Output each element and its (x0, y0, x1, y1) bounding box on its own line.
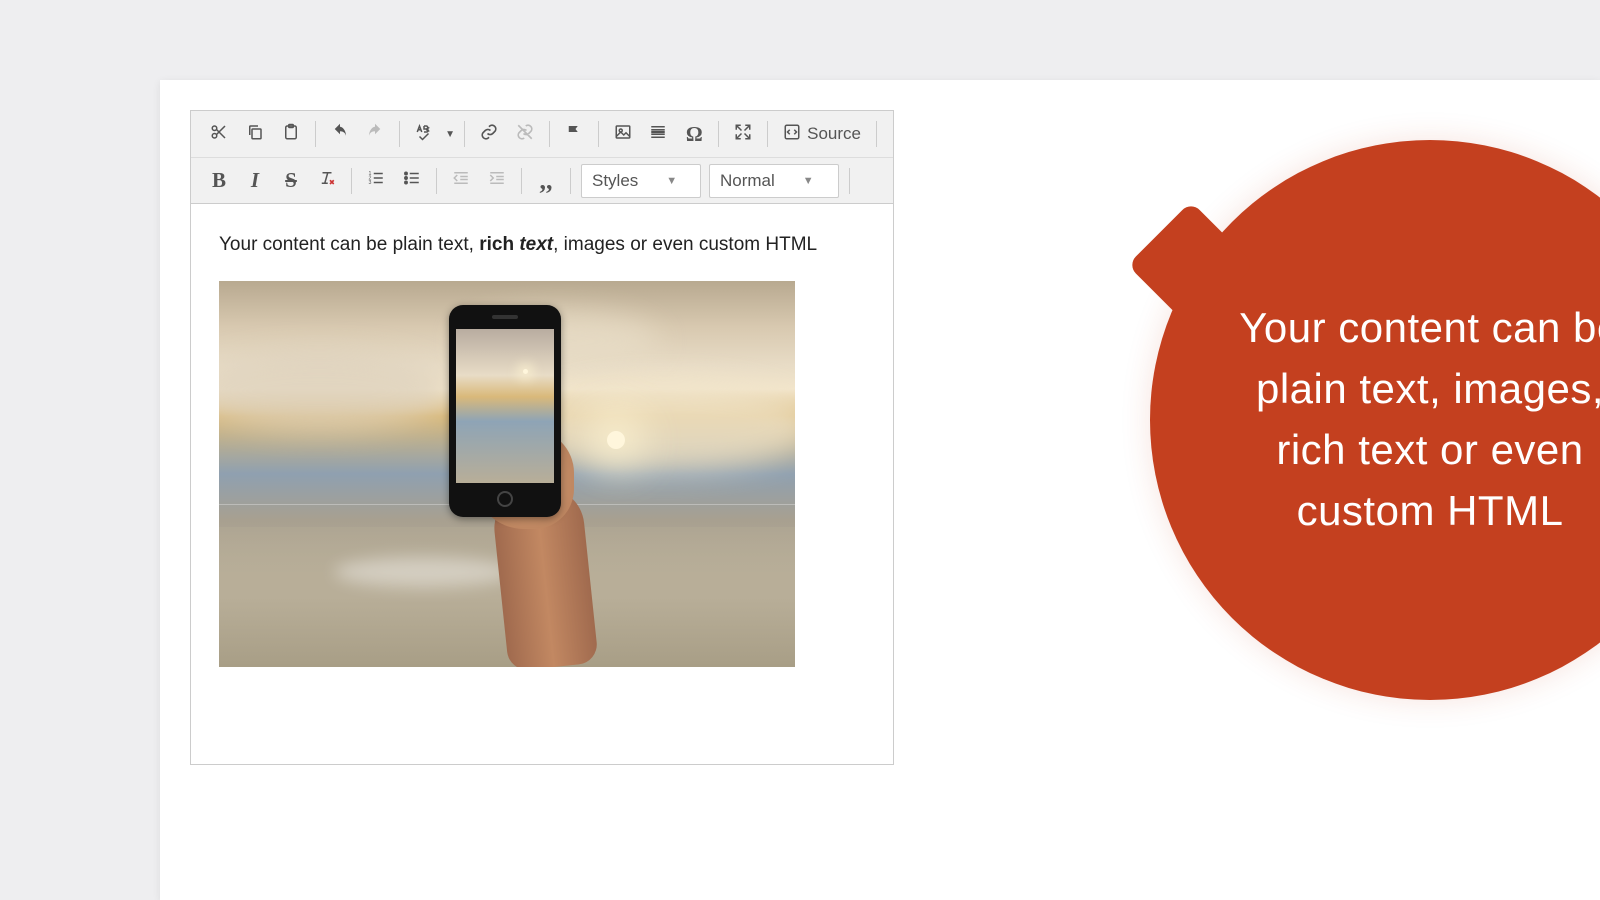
maximize-button[interactable] (726, 117, 760, 151)
format-dropdown[interactable]: Normal ▼ (709, 164, 839, 198)
copy-button[interactable] (238, 117, 272, 151)
separator (570, 168, 571, 194)
bullet-list-icon (403, 169, 421, 192)
separator (718, 121, 719, 147)
undo-button[interactable] (323, 117, 357, 151)
link-button[interactable] (472, 117, 506, 151)
source-button[interactable]: Source (774, 117, 870, 151)
spellcheck-dropdown[interactable]: ▼ (443, 117, 457, 151)
quote-icon: ,, (540, 173, 553, 189)
remove-format-icon (318, 169, 336, 192)
bold-icon: B (212, 170, 226, 191)
paste-button[interactable] (274, 117, 308, 151)
copy-icon (246, 123, 264, 146)
styles-label: Styles (592, 171, 638, 191)
anchor-button[interactable] (557, 117, 591, 151)
link-icon (480, 123, 498, 146)
separator (436, 168, 437, 194)
italic-icon: I (251, 170, 259, 191)
blockquote-button[interactable]: ,, (529, 164, 563, 198)
cut-button[interactable] (202, 117, 236, 151)
indent-button[interactable] (480, 164, 514, 198)
italic-button[interactable]: I (238, 164, 272, 198)
outdent-icon (452, 169, 470, 192)
maximize-icon (734, 123, 752, 146)
wysiwyg-editor: ▼ Ω Source B (190, 110, 894, 765)
redo-icon (366, 123, 384, 146)
remove-format-button[interactable] (310, 164, 344, 198)
text-bold: rich (479, 234, 519, 255)
numbered-list-icon: 123 (367, 169, 385, 192)
image-icon (614, 123, 632, 146)
clipboard-icon (282, 123, 300, 146)
separator (521, 168, 522, 194)
redo-button[interactable] (358, 117, 392, 151)
editor-toolbar: ▼ Ω Source B (191, 111, 893, 204)
strike-button[interactable]: S (274, 164, 308, 198)
spellcheck-icon (415, 123, 433, 146)
bold-button[interactable]: B (202, 164, 236, 198)
flag-icon (565, 123, 583, 146)
text-plain: , images or even custom HTML (553, 234, 817, 255)
scissors-icon (210, 123, 228, 146)
separator (876, 121, 877, 147)
callout-text: Your content can be plain text, images, … (1220, 298, 1600, 542)
omega-icon: Ω (686, 124, 703, 145)
undo-icon (331, 123, 349, 146)
svg-text:3: 3 (369, 180, 372, 186)
caret-down-icon: ▼ (803, 175, 814, 187)
styles-dropdown[interactable]: Styles ▼ (581, 164, 701, 198)
content-image (219, 281, 795, 667)
outdent-button[interactable] (444, 164, 478, 198)
separator (849, 168, 850, 194)
text-bold-italic: text (519, 234, 553, 255)
unlink-icon (516, 123, 534, 146)
indent-icon (488, 169, 506, 192)
separator (351, 168, 352, 194)
separator (464, 121, 465, 147)
separator (598, 121, 599, 147)
horizontal-rule-button[interactable] (642, 117, 676, 151)
strike-icon: S (285, 170, 297, 191)
image-button[interactable] (606, 117, 640, 151)
special-char-button[interactable]: Ω (677, 117, 711, 151)
format-label: Normal (720, 171, 775, 191)
horizontal-rule-icon (649, 123, 667, 146)
text-plain: Your content can be plain text, (219, 234, 479, 255)
spellcheck-button[interactable] (407, 117, 441, 151)
editor-panel: ▼ Ω Source B (160, 80, 1600, 900)
source-label: Source (807, 124, 861, 144)
separator (549, 121, 550, 147)
source-icon (783, 123, 807, 146)
caret-down-icon: ▼ (445, 129, 455, 140)
caret-down-icon: ▼ (666, 175, 677, 187)
callout-bubble: Your content can be plain text, images, … (1150, 140, 1600, 700)
separator (315, 121, 316, 147)
numbered-list-button[interactable]: 123 (359, 164, 393, 198)
content-paragraph: Your content can be plain text, rich tex… (219, 232, 865, 259)
editor-content[interactable]: Your content can be plain text, rich tex… (191, 204, 893, 764)
toolbar-row-2: B I S 123 ,, Styles ▼ Normal ▼ (191, 157, 893, 203)
separator (767, 121, 768, 147)
toolbar-row-1: ▼ Ω Source (191, 111, 893, 157)
bullet-list-button[interactable] (395, 164, 429, 198)
unlink-button[interactable] (508, 117, 542, 151)
separator (399, 121, 400, 147)
